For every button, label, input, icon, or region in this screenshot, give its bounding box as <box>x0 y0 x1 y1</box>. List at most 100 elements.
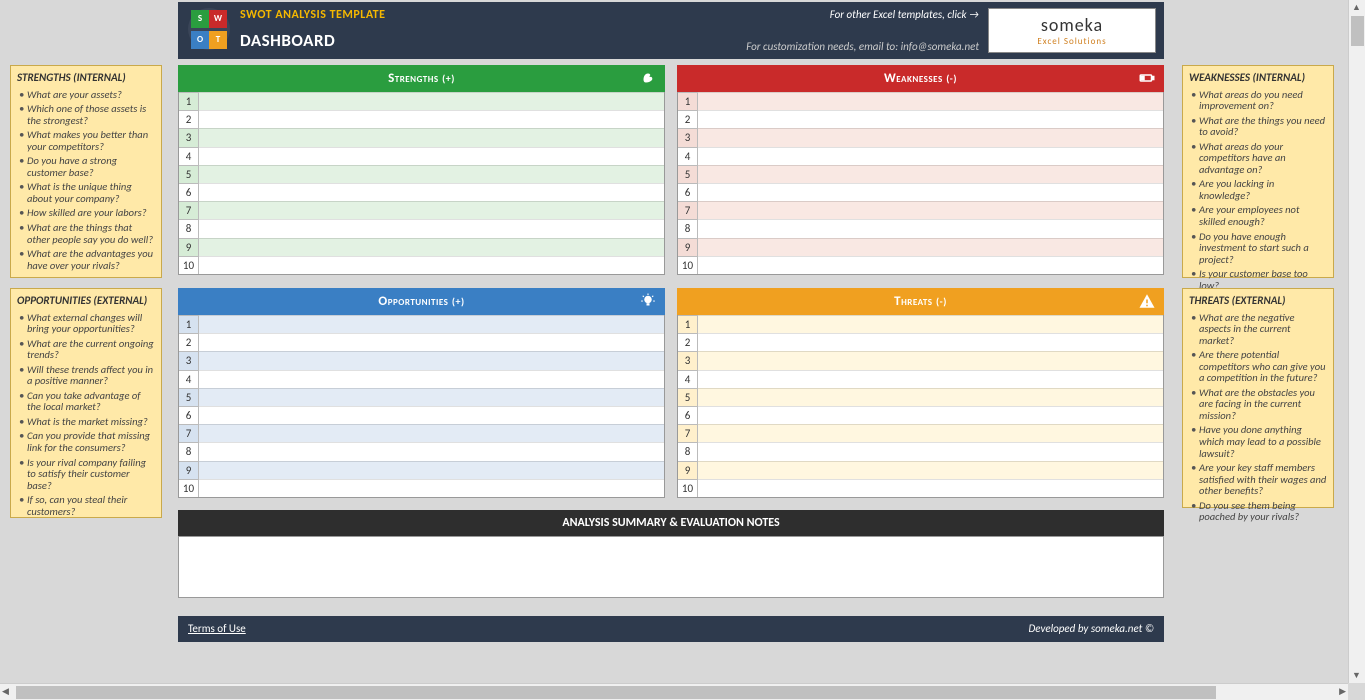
scrollbar-thumb[interactable] <box>1351 16 1364 46</box>
row-input-cell[interactable] <box>199 370 664 388</box>
row-input-cell[interactable] <box>199 388 664 406</box>
row-input-cell[interactable] <box>698 238 1163 256</box>
opportunities-quadrant: Opportunities (+) 12345678910 <box>178 288 665 498</box>
battery-low-icon <box>1138 69 1156 87</box>
table-row: 6 <box>179 406 664 424</box>
row-input-cell[interactable] <box>199 201 664 219</box>
hint-item: What external changes will bring your op… <box>19 310 155 336</box>
hint-item: Do you see them being poached by your ri… <box>1191 498 1327 524</box>
table-row: 2 <box>179 333 664 351</box>
row-number: 2 <box>678 110 698 128</box>
row-input-cell[interactable] <box>199 238 664 256</box>
row-number: 3 <box>179 351 199 369</box>
row-input-cell[interactable] <box>698 479 1163 497</box>
row-number: 10 <box>179 479 199 497</box>
row-input-cell[interactable] <box>698 183 1163 201</box>
row-input-cell[interactable] <box>199 165 664 183</box>
row-input-cell[interactable] <box>199 406 664 424</box>
hint-item: Can you provide that missing link for th… <box>19 429 155 455</box>
row-input-cell[interactable] <box>698 128 1163 146</box>
row-number: 7 <box>179 201 199 219</box>
summary-section: ANALYSIS SUMMARY & EVALUATION NOTES <box>178 510 1164 598</box>
table-row: 1 <box>179 315 664 333</box>
table-row: 7 <box>179 424 664 442</box>
row-input-cell[interactable] <box>698 442 1163 460</box>
row-input-cell[interactable] <box>698 256 1163 274</box>
row-number: 7 <box>179 424 199 442</box>
terms-of-use-link[interactable]: Terms of Use <box>188 616 246 642</box>
row-number: 1 <box>678 92 698 110</box>
row-number: 2 <box>179 333 199 351</box>
quadrant-sign: (-) <box>936 295 947 308</box>
table-row: 6 <box>179 183 664 201</box>
quadrant-label: Strengths <box>388 71 439 86</box>
row-input-cell[interactable] <box>698 333 1163 351</box>
row-input-cell[interactable] <box>698 165 1163 183</box>
dashboard-title: DASHBOARD <box>240 30 335 51</box>
row-input-cell[interactable] <box>698 147 1163 165</box>
header-bar: SWOT SWOT ANALYSIS TEMPLATE DASHBOARD Fo… <box>178 2 1164 59</box>
row-input-cell[interactable] <box>199 333 664 351</box>
vertical-scrollbar[interactable] <box>1348 0 1365 683</box>
row-number: 8 <box>179 442 199 460</box>
row-input-cell[interactable] <box>698 461 1163 479</box>
row-input-cell[interactable] <box>698 92 1163 110</box>
row-input-cell[interactable] <box>199 315 664 333</box>
table-row: 3 <box>179 351 664 369</box>
hint-item: What are the things that other people sa… <box>19 220 155 246</box>
hints-title: WEAKNESSES (INTERNAL) <box>1189 71 1327 84</box>
row-input-cell[interactable] <box>199 351 664 369</box>
table-row: 8 <box>678 442 1163 460</box>
table-row: 7 <box>179 201 664 219</box>
row-input-cell[interactable] <box>199 183 664 201</box>
row-input-cell[interactable] <box>199 479 664 497</box>
table-row: 5 <box>179 165 664 183</box>
row-input-cell[interactable] <box>199 219 664 237</box>
quadrant-sign: (-) <box>946 72 957 85</box>
table-row: 8 <box>179 219 664 237</box>
hint-item: What makes you better than your competit… <box>19 128 155 154</box>
hint-item: Do you have enough investment to start s… <box>1191 229 1327 267</box>
scrollbar-thumb[interactable] <box>16 686 1216 699</box>
row-input-cell[interactable] <box>698 219 1163 237</box>
row-input-cell[interactable] <box>698 388 1163 406</box>
quadrant-header: Weaknesses (-) <box>677 65 1164 92</box>
row-input-cell[interactable] <box>698 351 1163 369</box>
row-input-cell[interactable] <box>199 442 664 460</box>
row-number: 3 <box>678 128 698 146</box>
template-title: SWOT ANALYSIS TEMPLATE <box>240 8 385 22</box>
row-number: 6 <box>678 406 698 424</box>
row-input-cell[interactable] <box>199 128 664 146</box>
brand-logo[interactable]: someka Excel Solutions <box>988 8 1156 53</box>
row-input-cell[interactable] <box>199 461 664 479</box>
row-input-cell[interactable] <box>698 424 1163 442</box>
table-row: 8 <box>179 442 664 460</box>
table-row: 7 <box>678 201 1163 219</box>
table-row: 8 <box>678 219 1163 237</box>
row-input-cell[interactable] <box>698 110 1163 128</box>
row-input-cell[interactable] <box>698 315 1163 333</box>
hint-item: Are your employees not skilled enough? <box>1191 203 1327 229</box>
row-input-cell[interactable] <box>698 370 1163 388</box>
row-input-cell[interactable] <box>199 424 664 442</box>
weaknesses-quadrant: Weaknesses (-) 12345678910 <box>677 65 1164 275</box>
row-number: 5 <box>678 388 698 406</box>
summary-body-input[interactable] <box>178 536 1164 598</box>
row-number: 8 <box>678 219 698 237</box>
row-input-cell[interactable] <box>199 110 664 128</box>
viewport: SWOT SWOT ANALYSIS TEMPLATE DASHBOARD Fo… <box>0 0 1365 700</box>
row-input-cell[interactable] <box>698 406 1163 424</box>
opportunities-rows: 12345678910 <box>178 315 665 498</box>
row-input-cell[interactable] <box>199 92 664 110</box>
row-number: 6 <box>179 406 199 424</box>
row-input-cell[interactable] <box>698 201 1163 219</box>
row-input-cell[interactable] <box>199 147 664 165</box>
horizontal-scrollbar[interactable] <box>0 683 1348 700</box>
other-templates-link[interactable]: For other Excel templates, click → <box>830 8 979 21</box>
row-number: 4 <box>678 370 698 388</box>
row-number: 7 <box>678 201 698 219</box>
row-input-cell[interactable] <box>199 256 664 274</box>
row-number: 7 <box>678 424 698 442</box>
table-row: 10 <box>678 479 1163 497</box>
row-number: 1 <box>678 315 698 333</box>
